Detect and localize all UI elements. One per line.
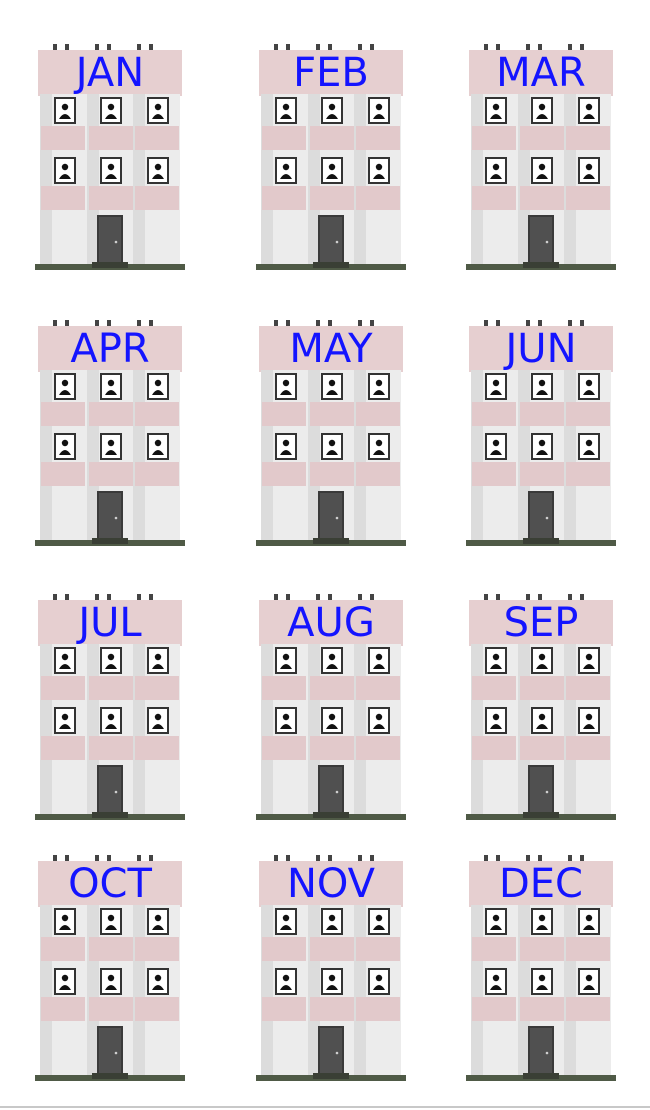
apartment-building-icon: [35, 594, 185, 820]
apartment-building-icon: [256, 594, 406, 820]
month-tile-oct[interactable]: OCT: [35, 853, 185, 1085]
apartment-building-icon: [35, 44, 185, 270]
apartment-building-icon: [466, 320, 616, 546]
month-tile-aug[interactable]: AUG: [256, 592, 406, 824]
apartment-building-icon: [466, 855, 616, 1081]
apartment-building-icon: [35, 855, 185, 1081]
month-tile-nov[interactable]: NOV: [256, 853, 406, 1085]
bottom-divider: [0, 1106, 650, 1108]
apartment-building-icon: [466, 594, 616, 820]
month-tile-jul[interactable]: JUL: [35, 592, 185, 824]
apartment-building-icon: [35, 320, 185, 546]
month-tile-jun[interactable]: JUN: [466, 318, 616, 550]
apartment-building-icon: [256, 855, 406, 1081]
apartment-building-icon: [256, 320, 406, 546]
apartment-building-icon: [256, 44, 406, 270]
month-tile-sep[interactable]: SEP: [466, 592, 616, 824]
month-tile-mar[interactable]: MAR: [466, 42, 616, 274]
month-tile-feb[interactable]: FEB: [256, 42, 406, 274]
month-tile-apr[interactable]: APR: [35, 318, 185, 550]
month-grid: JAN FEB MAR APR MAY JUN JUL AUG SEP OCT …: [0, 0, 650, 1110]
month-tile-jan[interactable]: JAN: [35, 42, 185, 274]
month-tile-may[interactable]: MAY: [256, 318, 406, 550]
month-tile-dec[interactable]: DEC: [466, 853, 616, 1085]
apartment-building-icon: [466, 44, 616, 270]
